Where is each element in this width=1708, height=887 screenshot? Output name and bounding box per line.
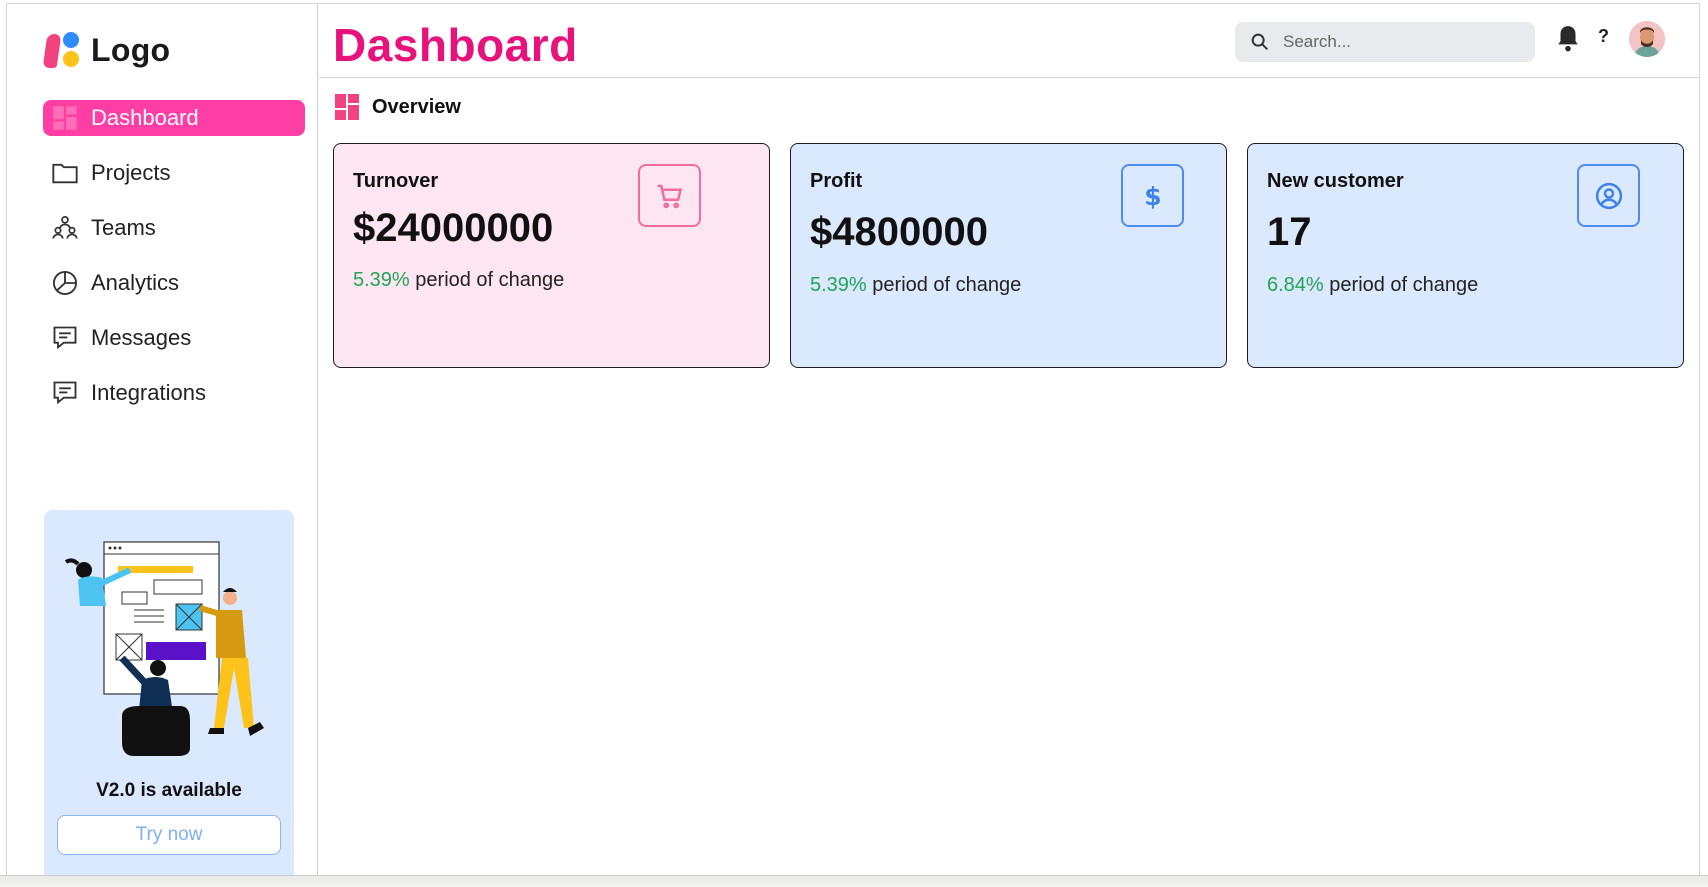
turnover-card[interactable]: Turnover $24000000 5.39% period of chang… [333, 143, 770, 368]
card-title: Turnover [353, 170, 439, 192]
new-customer-card[interactable]: New customer 17 6.84% period of change [1247, 143, 1684, 368]
card-value: $24000000 [353, 206, 554, 250]
sidebar: Logo Dashboard Projects Teams Analytics [7, 4, 318, 878]
sidebar-item-label: Projects [91, 160, 171, 185]
card-title: Profit [810, 170, 863, 192]
dashboard-grid-icon [335, 94, 359, 120]
dollar-icon-button[interactable]: $ [1121, 164, 1184, 227]
dashboard-grid-icon [51, 104, 79, 132]
card-value: $4800000 [810, 210, 988, 254]
page-title: Dashboard [333, 19, 578, 71]
card-title: New customer [1267, 170, 1404, 192]
change-text: period of change [415, 269, 565, 291]
search-input[interactable] [1283, 32, 1513, 52]
sidebar-item-integrations[interactable]: Integrations [43, 375, 305, 411]
cart-icon [657, 184, 682, 208]
card-change: 5.39% period of change [353, 269, 564, 292]
change-percent: 5.39% [810, 274, 867, 296]
sidebar-item-label: Messages [91, 325, 192, 350]
overview-label: Overview [372, 95, 461, 118]
sidebar-item-label: Dashboard [91, 105, 199, 130]
card-value: 17 [1267, 210, 1312, 254]
change-percent: 5.39% [353, 269, 410, 291]
top-header: Dashboard ? [319, 4, 1700, 78]
message-icon [51, 324, 79, 352]
sidebar-item-analytics[interactable]: Analytics [43, 265, 305, 301]
search-bar[interactable] [1235, 22, 1535, 62]
avatar[interactable] [1629, 21, 1665, 57]
search-icon [1251, 33, 1269, 51]
user-circle-icon [1595, 182, 1622, 209]
folder-icon [51, 159, 79, 187]
dollar-icon: $ [1144, 181, 1161, 210]
logo[interactable]: Logo [42, 30, 171, 70]
overview-section-header: Overview [334, 93, 461, 121]
sidebar-item-teams[interactable]: Teams [43, 210, 305, 246]
change-text: period of change [1329, 274, 1479, 296]
pie-chart-icon [51, 269, 79, 297]
upgrade-promo-card: V2.0 is available Try now [44, 510, 294, 878]
sidebar-item-label: Integrations [91, 380, 206, 405]
teams-icon [51, 214, 79, 242]
message-icon [51, 379, 79, 407]
window-bottom-edge [0, 875, 1708, 887]
svg-text:$: $ [1144, 181, 1161, 210]
sidebar-item-label: Analytics [91, 270, 180, 295]
logo-text: Logo [91, 31, 171, 68]
cart-icon-button[interactable] [638, 164, 701, 227]
sidebar-item-label: Teams [91, 215, 156, 240]
team-collaboration-illustration [64, 541, 264, 756]
try-now-button[interactable]: Try now [57, 815, 281, 855]
card-change: 5.39% period of change [810, 274, 1021, 297]
promo-title: V2.0 is available [96, 780, 242, 801]
sidebar-item-dashboard[interactable]: Dashboard [43, 100, 305, 136]
sidebar-item-messages[interactable]: Messages [43, 320, 305, 356]
profit-card[interactable]: Profit $4800000 5.39% period of change $ [790, 143, 1227, 368]
change-text: period of change [872, 274, 1022, 296]
user-icon-button[interactable] [1577, 164, 1640, 227]
logo-mark-icon [42, 30, 83, 70]
sidebar-item-projects[interactable]: Projects [43, 155, 305, 191]
sidebar-nav: Dashboard Projects Teams Analytics Messa… [43, 100, 305, 430]
change-percent: 6.84% [1267, 274, 1324, 296]
bell-icon[interactable] [1555, 24, 1581, 54]
card-change: 6.84% period of change [1267, 274, 1478, 297]
help-icon[interactable]: ? [1598, 26, 1609, 47]
